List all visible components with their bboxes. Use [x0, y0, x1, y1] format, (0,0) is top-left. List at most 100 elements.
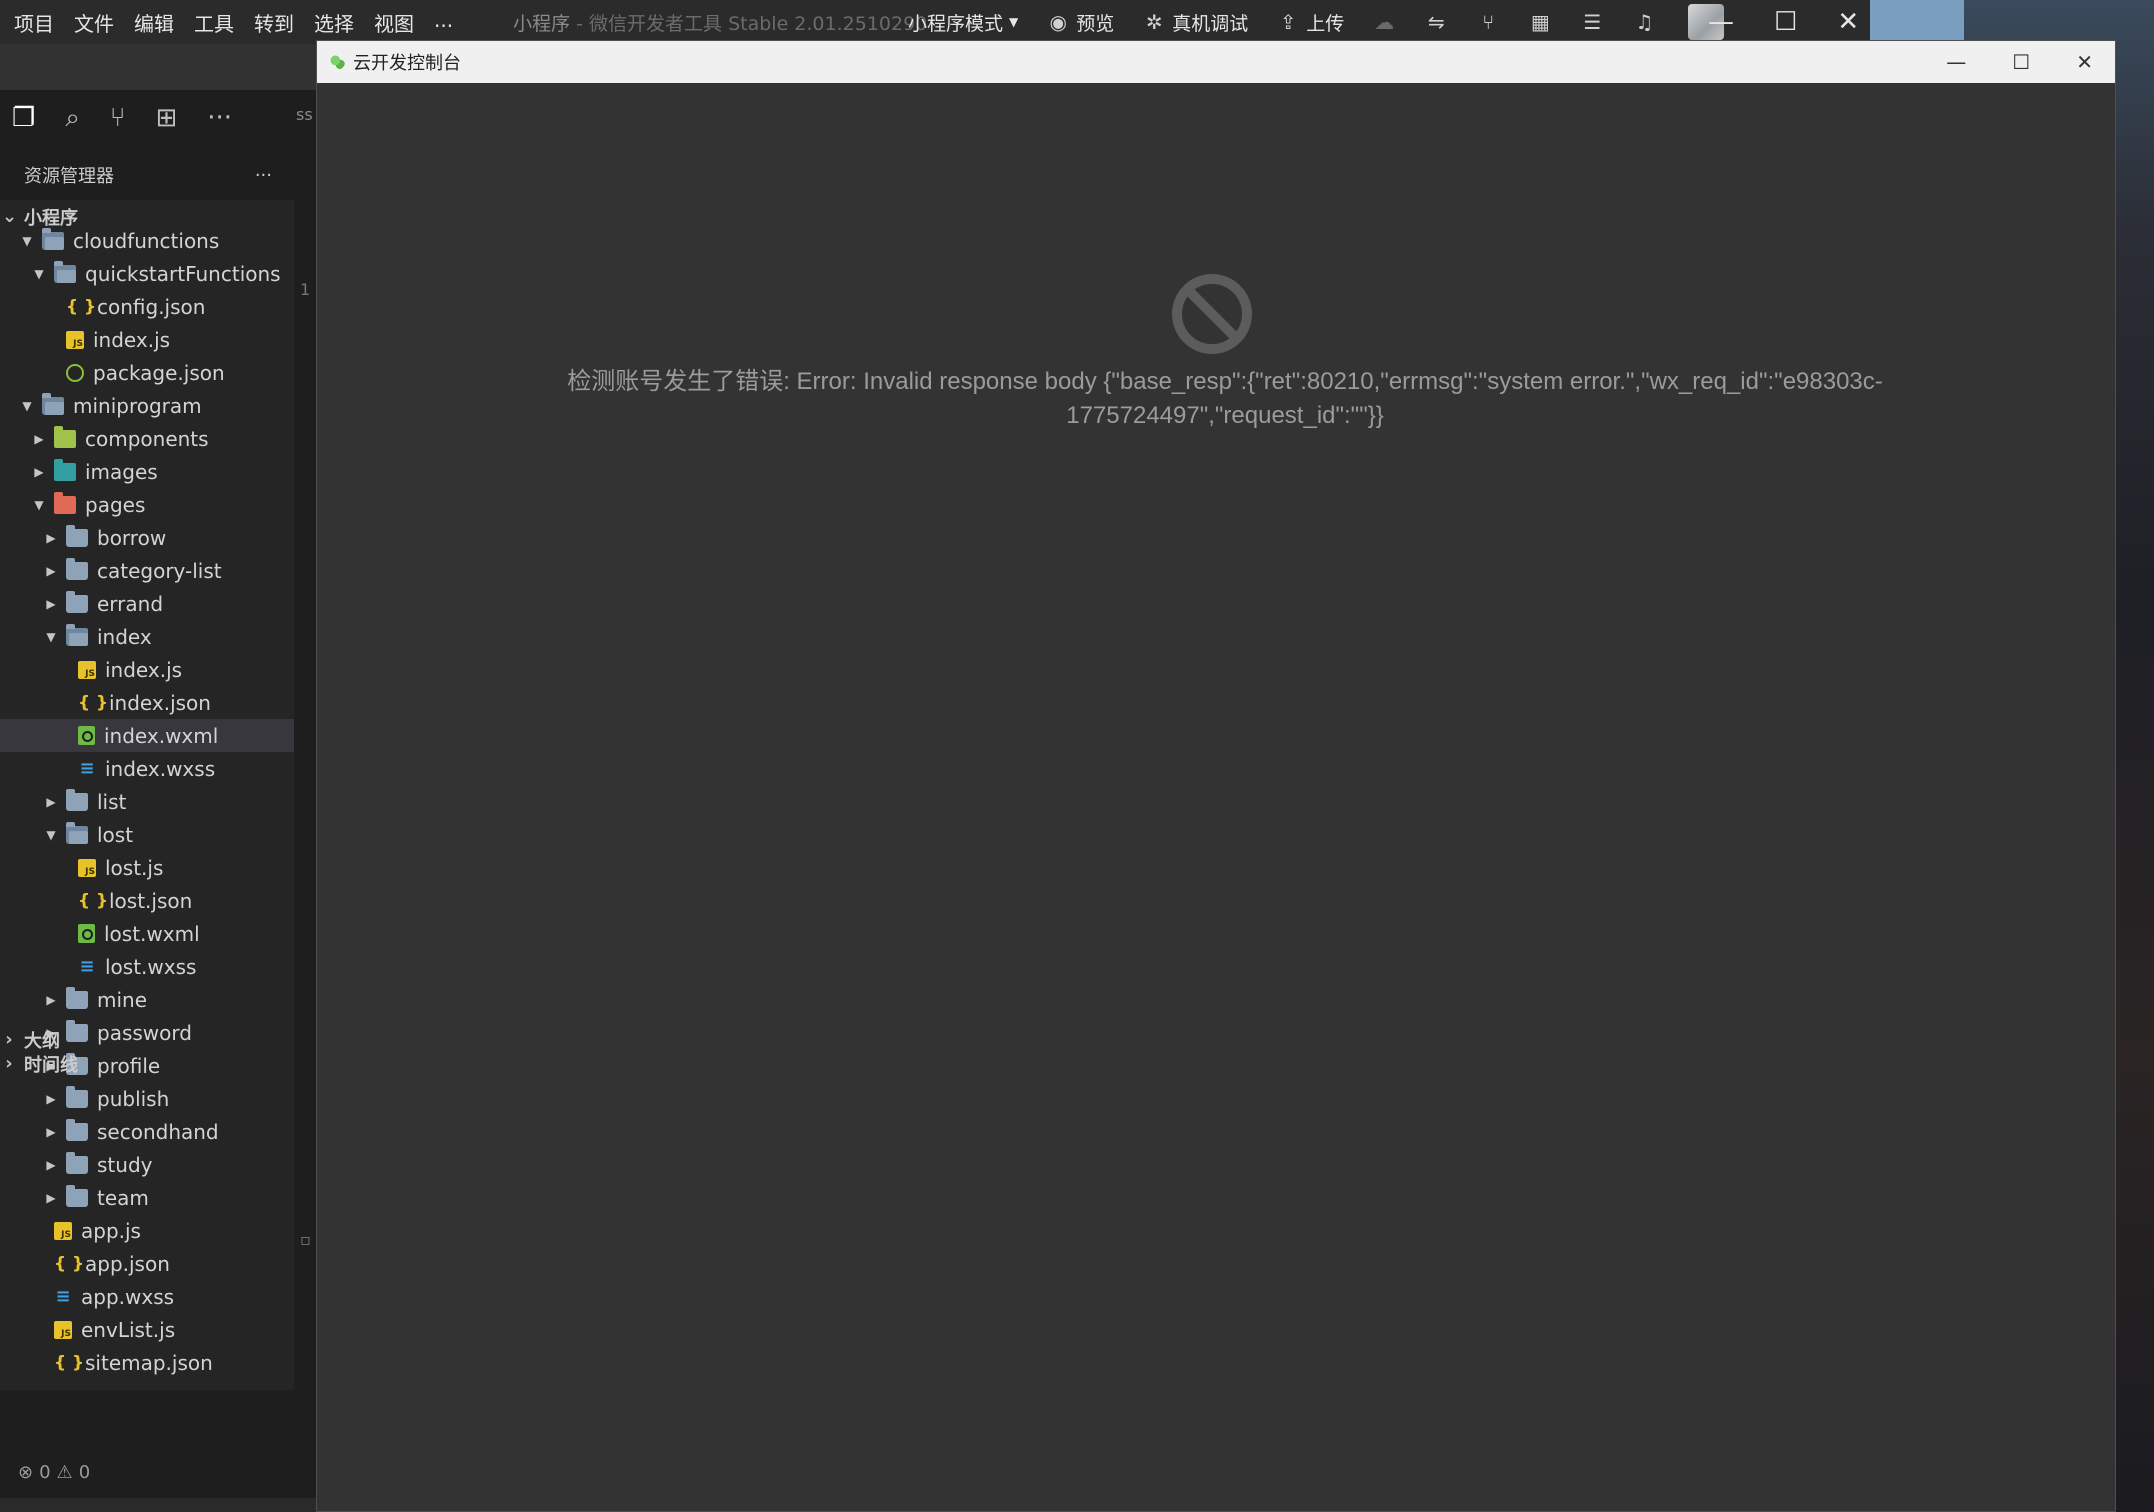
- tree-item-label: app.wxss: [81, 1284, 175, 1309]
- dialog-titlebar[interactable]: 云开发控制台 — ☐ ✕: [317, 41, 2115, 83]
- tree-item-label: index.js: [93, 327, 171, 352]
- json-icon: [54, 1255, 76, 1273]
- search-icon[interactable]: ⌕: [65, 103, 80, 134]
- tree-item-label: index.json: [109, 690, 211, 715]
- folder-icon: [66, 1118, 88, 1141]
- timeline-section[interactable]: › 时间线: [0, 1047, 294, 1080]
- mode-dropdown[interactable]: 小程序模式 ▼: [908, 9, 1018, 36]
- explorer-icon[interactable]: ❐: [12, 103, 35, 133]
- explorer-more-button[interactable]: ···: [255, 165, 272, 186]
- tree-item[interactable]: app.js: [0, 1214, 294, 1247]
- tree-item[interactable]: sitemap.json: [0, 1346, 294, 1379]
- tree-item[interactable]: lost.js: [0, 851, 294, 884]
- folder-icon: [66, 590, 88, 613]
- upload-label: 上传: [1306, 12, 1345, 35]
- tree-item[interactable]: ▶ category-list: [0, 554, 294, 587]
- caret-down-icon: ▼: [34, 266, 44, 281]
- eye-icon: ◉: [1049, 10, 1067, 34]
- problems-status[interactable]: ⊗ 0 ⚠ 0: [18, 1462, 90, 1483]
- bell-icon[interactable]: ♫: [1632, 10, 1656, 34]
- gutter-mark: ▫: [300, 1230, 311, 1249]
- upload-icon: ⇪: [1279, 10, 1297, 34]
- maximize-icon[interactable]: ☐: [2012, 50, 2030, 74]
- toolbar: 小程序模式 ▼ ◉ 预览 ✲ 真机调试 ⇪ 上传 ☁ ⇋ ⑂ ▦ ☰ ♫: [908, 0, 1725, 44]
- menu-edit[interactable]: 编辑: [134, 8, 174, 37]
- dialog-window-controls: — ☐ ✕: [1946, 41, 2093, 83]
- more-icon[interactable]: ···: [207, 103, 232, 133]
- tree-item-label: pages: [85, 492, 146, 517]
- tree-item[interactable]: package.json: [0, 356, 294, 389]
- tree-item-label: config.json: [97, 294, 206, 319]
- caret-right-icon: ▶: [46, 563, 56, 578]
- caret-down-icon: ▼: [22, 233, 32, 248]
- upload-button[interactable]: ⇪ 上传: [1276, 9, 1344, 36]
- maximize-icon[interactable]: ☐: [1774, 7, 1797, 37]
- cloud-icon[interactable]: ☁: [1372, 10, 1396, 34]
- tree-item[interactable]: index.js: [0, 323, 294, 356]
- close-icon[interactable]: ✕: [1837, 7, 1859, 37]
- menu-project[interactable]: 项目: [14, 8, 54, 37]
- extensions-icon[interactable]: ⊞: [155, 103, 177, 133]
- folder-icon: [66, 788, 88, 811]
- tree-item-label: index.js: [105, 657, 183, 682]
- tree-item[interactable]: ▼ index: [0, 620, 294, 653]
- editor-tab-fragment[interactable]: ss: [296, 105, 313, 124]
- tree-item[interactable]: ▶ images: [0, 455, 294, 488]
- caret-right-icon: ▶: [34, 431, 44, 446]
- tree-item-label: study: [97, 1152, 153, 1177]
- tree-item[interactable]: app.wxss: [0, 1280, 294, 1313]
- tree-item[interactable]: ▶ secondhand: [0, 1115, 294, 1148]
- caret-right-icon: ▶: [46, 794, 56, 809]
- tree-item[interactable]: ▶ mine: [0, 983, 294, 1016]
- tree-item[interactable]: ▶ team: [0, 1181, 294, 1214]
- minimize-icon[interactable]: —: [1708, 7, 1734, 37]
- tree-item[interactable]: lost.json: [0, 884, 294, 917]
- tree-item-label: publish: [97, 1086, 170, 1111]
- minimize-icon[interactable]: —: [1946, 50, 1966, 74]
- tree-item[interactable]: ▼ quickstartFunctions: [0, 257, 294, 290]
- layout-icon[interactable]: ▦: [1528, 10, 1552, 34]
- source-control-icon[interactable]: ⑂: [110, 103, 126, 133]
- tree-item[interactable]: lost.wxss: [0, 950, 294, 983]
- close-icon[interactable]: ✕: [2076, 50, 2093, 74]
- tree-item[interactable]: index.wxml: [0, 719, 294, 752]
- swap-icon[interactable]: ⇋: [1424, 10, 1448, 34]
- tree-item[interactable]: index.js: [0, 653, 294, 686]
- caret-down-icon: ▼: [34, 497, 44, 512]
- tree-item-label: lost.wxml: [104, 921, 200, 946]
- tree-item[interactable]: ▼ pages: [0, 488, 294, 521]
- menu-view[interactable]: 视图: [374, 8, 414, 37]
- folder-icon: [66, 1085, 88, 1108]
- desktop-wallpaper-fragment: [1870, 0, 1964, 44]
- menu-file[interactable]: 文件: [74, 8, 114, 37]
- tree-item[interactable]: index.wxss: [0, 752, 294, 785]
- tree-item[interactable]: ▶ list: [0, 785, 294, 818]
- branch-icon[interactable]: ⑂: [1476, 10, 1500, 34]
- tree-item[interactable]: ▼ lost: [0, 818, 294, 851]
- caret-right-icon: ▶: [46, 1124, 56, 1139]
- activity-bar: ❐ ⌕ ⑂ ⊞ ···: [0, 90, 300, 146]
- tree-item[interactable]: ▼ miniprogram: [0, 389, 294, 422]
- caret-right-icon: ▶: [46, 530, 56, 545]
- tree-item[interactable]: ▶ errand: [0, 587, 294, 620]
- menu-more[interactable]: ...: [434, 8, 453, 37]
- tree-item[interactable]: index.json: [0, 686, 294, 719]
- device-debug-button[interactable]: ✲ 真机调试: [1142, 9, 1248, 36]
- json-icon: [78, 892, 100, 910]
- tree-item[interactable]: ▶ publish: [0, 1082, 294, 1115]
- tree-item[interactable]: ▶ components: [0, 422, 294, 455]
- folder-open-icon: [66, 623, 88, 646]
- tree-item[interactable]: envList.js: [0, 1313, 294, 1346]
- preview-button[interactable]: ◉ 预览: [1046, 9, 1115, 36]
- menu-lines-icon[interactable]: ☰: [1580, 10, 1604, 34]
- menu-tools[interactable]: 工具: [194, 8, 234, 37]
- tree-item[interactable]: app.json: [0, 1247, 294, 1280]
- menu-goto[interactable]: 转到: [254, 8, 294, 37]
- menu-select[interactable]: 选择: [314, 8, 354, 37]
- tree-item[interactable]: ▼ cloudfunctions: [0, 224, 294, 257]
- tree-item[interactable]: ▶ borrow: [0, 521, 294, 554]
- tree-item[interactable]: config.json: [0, 290, 294, 323]
- tree-item[interactable]: ▶ study: [0, 1148, 294, 1181]
- json-icon: [66, 298, 88, 316]
- tree-item[interactable]: lost.wxml: [0, 917, 294, 950]
